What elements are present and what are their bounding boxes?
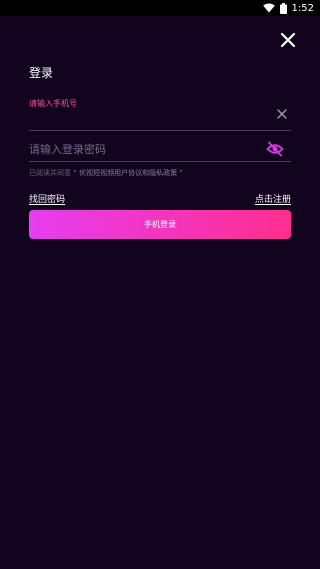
status-icons: 1:52 xyxy=(262,0,314,16)
password-input[interactable] xyxy=(29,139,259,159)
forgot-password-link[interactable]: 找回密码 xyxy=(29,192,65,205)
phone-divider xyxy=(29,130,291,131)
clear-icon[interactable] xyxy=(275,107,289,121)
phone-login-button[interactable]: 手机登录 xyxy=(29,210,291,239)
login-button-label: 手机登录 xyxy=(144,220,176,229)
agreement-link[interactable]: “ 优视短视频用户协议和隐私政策 ” xyxy=(73,169,183,177)
close-icon[interactable] xyxy=(278,30,298,50)
page-title: 登录 xyxy=(29,66,54,80)
phone-input[interactable] xyxy=(29,108,269,126)
agreement-text: 已阅读并同意 “ 优视短视频用户协议和隐私政策 ” xyxy=(29,168,183,178)
status-time: 1:52 xyxy=(291,2,314,14)
register-link[interactable]: 点击注册 xyxy=(255,192,291,205)
eye-off-icon[interactable] xyxy=(266,141,284,157)
agreement-prefix: 已阅读并同意 xyxy=(29,169,71,177)
battery-icon xyxy=(279,2,287,14)
wifi-icon xyxy=(262,3,275,13)
status-bar: 1:52 xyxy=(0,0,320,16)
password-divider xyxy=(29,161,291,162)
